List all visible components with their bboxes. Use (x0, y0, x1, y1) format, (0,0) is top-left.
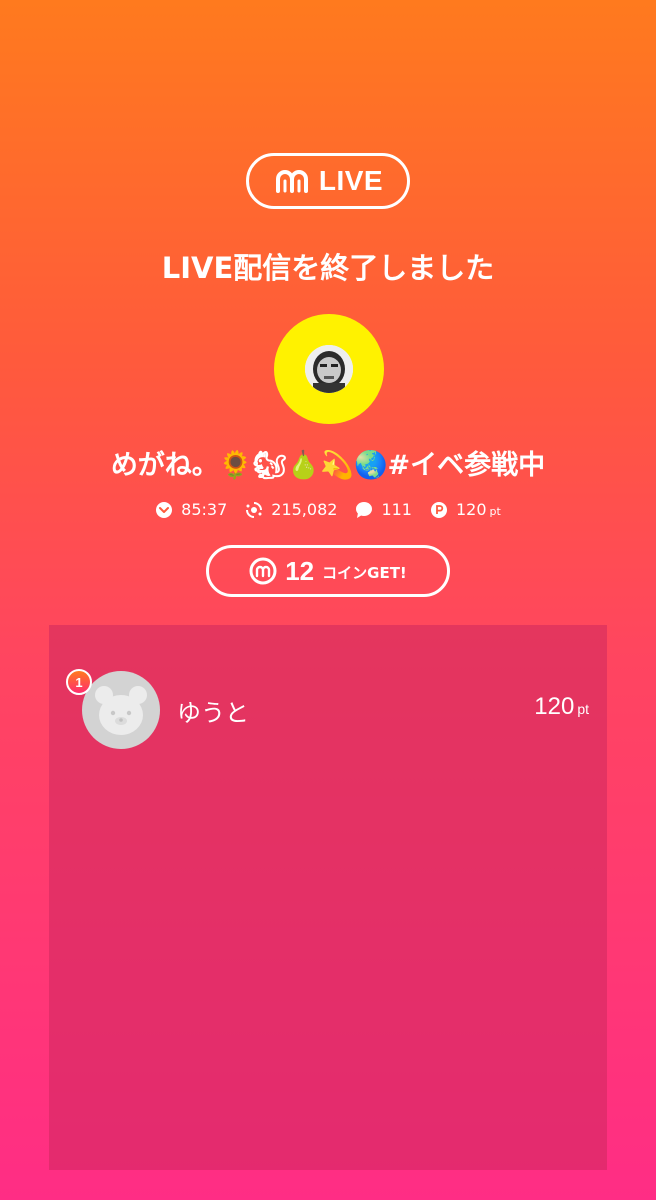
live-badge-label: LIVE (318, 165, 384, 196)
coin-get-pill: 12 コインGET! (206, 545, 450, 597)
duration-icon (156, 501, 173, 518)
coin-icon (249, 557, 277, 585)
comments-value: 111 (381, 500, 412, 519)
live-ended-title: LIVE配信を終了しました (161, 251, 495, 285)
duration-value: 85:37 (181, 500, 228, 519)
comments-stat: 111 (355, 500, 412, 519)
points-icon (430, 501, 447, 518)
fan-ranking-panel: 1 ゆうと 120 pt (49, 625, 607, 1170)
points-value: 120 pt (455, 500, 501, 519)
viewers-value: 215,082 (271, 500, 338, 519)
streamer-name: めがね。🌻🐿🍐💫🌏#イベ参戦中 (110, 450, 546, 481)
viewers-stat: 215,082 (245, 500, 337, 519)
viewers-icon (246, 501, 263, 518)
mixchannel-logo-icon (275, 170, 308, 193)
comment-bubble-icon (356, 501, 373, 518)
fan-points: 120 pt (534, 693, 589, 720)
points-stat: 120 pt (430, 500, 501, 519)
ranking-row[interactable]: 1 ゆうと 120 pt (49, 669, 607, 749)
streamer-avatar[interactable] (274, 314, 384, 424)
fan-avatar[interactable] (82, 671, 160, 749)
duration-stat: 85:37 (155, 500, 227, 519)
rank-badge: 1 (66, 669, 92, 695)
coin-count: 12 (285, 555, 315, 586)
stream-stats: 85:37 215,082 111 120 pt (0, 500, 656, 519)
streamer-photo (305, 345, 353, 393)
fan-name: ゆうと (177, 699, 249, 727)
bear-avatar-icon (95, 686, 147, 735)
live-badge: LIVE (246, 153, 410, 209)
coin-label: コインGET! (322, 564, 407, 582)
person-photo-icon (305, 345, 353, 393)
